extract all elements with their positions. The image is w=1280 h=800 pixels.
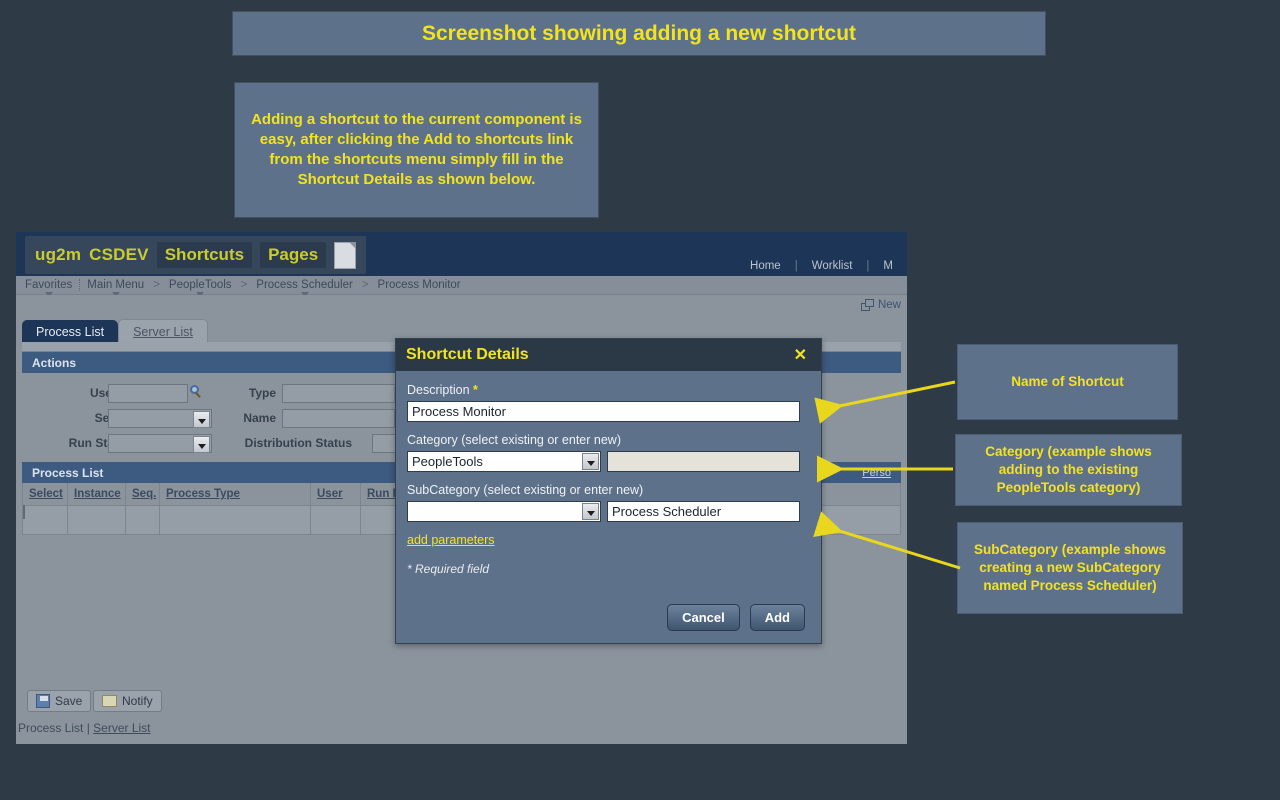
category-dropdown-arrow[interactable]: [582, 453, 599, 470]
label-type: Type: [212, 386, 276, 400]
save-icon: [36, 694, 50, 708]
category-new-input[interactable]: [607, 451, 800, 472]
close-icon[interactable]: ✕: [790, 345, 811, 365]
input-user-id[interactable]: [108, 384, 188, 403]
breadcrumb-main-menu[interactable]: Main Menu: [80, 279, 151, 291]
select-type[interactable]: [282, 384, 413, 403]
screenshot-root: Screenshot showing adding a new shortcut…: [0, 0, 1280, 800]
column-header-seq[interactable]: Seq.: [126, 483, 160, 505]
user-id-lookup-icon[interactable]: [190, 385, 204, 399]
description-input[interactable]: Process Monitor: [407, 401, 800, 422]
shortcuts-menu-button[interactable]: Shortcuts: [157, 242, 252, 268]
description-banner: Adding a shortcut to the current compone…: [234, 82, 599, 218]
notify-icon: [102, 695, 117, 707]
description-label-text: Description: [407, 383, 470, 397]
subcategory-select[interactable]: [407, 501, 601, 522]
subcategory-label: SubCategory (select existing or enter ne…: [407, 483, 810, 497]
server-dropdown-arrow[interactable]: [193, 411, 210, 428]
header-links: Home | Worklist | M: [736, 260, 907, 272]
breadcrumb: Favorites Main Menu > PeopleTools > Proc…: [16, 276, 907, 295]
label-name: Name: [212, 411, 276, 425]
breadcrumb-process-scheduler[interactable]: Process Scheduler: [249, 279, 360, 291]
title-banner: Screenshot showing adding a new shortcut: [232, 11, 1046, 56]
actions-panel-title: Actions: [32, 356, 76, 370]
subcategory-new-input[interactable]: Process Scheduler: [607, 501, 800, 522]
callout-category-text: Category (example shows adding to the ex…: [962, 443, 1175, 497]
footer-link-process-list[interactable]: Process List: [18, 721, 83, 735]
shortcut-details-dialog: Shortcut Details ✕ Description * Process…: [395, 338, 822, 644]
title-banner-text: Screenshot showing adding a new shortcut: [422, 22, 856, 46]
category-select-value: PeopleTools: [412, 454, 483, 469]
column-header-process-type[interactable]: Process Type: [160, 483, 311, 505]
category-row: PeopleTools: [407, 451, 810, 472]
new-window-icon: [861, 299, 874, 311]
add-parameters-link[interactable]: add parameters: [407, 533, 495, 547]
column-header-instance[interactable]: Instance: [68, 483, 126, 505]
callout-name-of-shortcut: Name of Shortcut: [957, 344, 1178, 420]
app-header: ug2m CSDEV Shortcuts Pages Home | Workli…: [16, 232, 907, 276]
breadcrumb-arrow-3: >: [360, 279, 371, 291]
save-button[interactable]: Save: [27, 690, 91, 712]
description-banner-text: Adding a shortcut to the current compone…: [249, 110, 584, 190]
input-name[interactable]: [282, 409, 395, 428]
add-button[interactable]: Add: [750, 604, 805, 631]
brand-plate: ug2m CSDEV Shortcuts Pages: [25, 236, 366, 274]
footer-link-server-list[interactable]: Server List: [93, 721, 150, 735]
footer-links: Process List | Server List: [18, 721, 151, 735]
cell-process-type: [160, 506, 311, 534]
tab-server-list-label: Server List: [133, 325, 193, 339]
tab-process-list-label: Process List: [36, 325, 104, 339]
process-list-title: Process List: [32, 466, 103, 480]
dialog-title-bar: Shortcut Details ✕: [396, 339, 821, 371]
cell-seq: [126, 506, 160, 534]
dialog-body: Description * Process Monitor Category (…: [396, 371, 821, 576]
pages-menu-button[interactable]: Pages: [260, 242, 326, 268]
new-window-link[interactable]: New: [861, 299, 901, 311]
notify-button-label: Notify: [122, 694, 153, 708]
header-link-home[interactable]: Home: [736, 260, 795, 272]
toolbar-strip: New: [16, 295, 907, 319]
cell-instance: [68, 506, 126, 534]
breadcrumb-peopletools[interactable]: PeopleTools: [162, 279, 239, 291]
row-select-checkbox[interactable]: [23, 505, 25, 519]
callout-name-of-shortcut-text: Name of Shortcut: [1011, 373, 1124, 391]
breadcrumb-process-monitor[interactable]: Process Monitor: [371, 279, 468, 291]
dialog-title: Shortcut Details: [406, 346, 529, 364]
required-field-note: * Required field: [407, 562, 810, 576]
subcategory-dropdown-arrow[interactable]: [582, 503, 599, 520]
cancel-button[interactable]: Cancel: [667, 604, 740, 631]
personalize-link[interactable]: Perso: [862, 467, 891, 479]
breadcrumb-arrow-1: >: [151, 279, 162, 291]
cell-user: [311, 506, 361, 534]
breadcrumb-favorites[interactable]: Favorites: [18, 279, 79, 291]
select-server[interactable]: [108, 409, 212, 428]
callout-subcategory: SubCategory (example shows creating a ne…: [957, 522, 1183, 614]
save-button-label: Save: [55, 694, 82, 708]
callout-category: Category (example shows adding to the ex…: [955, 434, 1182, 506]
category-label: Category (select existing or enter new): [407, 433, 810, 447]
header-link-worklist[interactable]: Worklist: [798, 260, 867, 272]
column-header-select[interactable]: Select: [23, 483, 68, 505]
callout-subcategory-text: SubCategory (example shows creating a ne…: [964, 541, 1176, 595]
brand-user: ug2m: [35, 245, 81, 265]
notify-button[interactable]: Notify: [93, 690, 162, 712]
header-link-mainmenu[interactable]: M: [869, 260, 907, 272]
description-required-mark: *: [473, 383, 478, 397]
page-document-icon[interactable]: [334, 242, 356, 269]
brand-database: CSDEV: [89, 245, 149, 265]
breadcrumb-arrow-2: >: [239, 279, 250, 291]
cell-select: [23, 506, 68, 534]
label-distribution-status: Distribution Status: [182, 436, 352, 450]
category-select[interactable]: PeopleTools: [407, 451, 601, 472]
dialog-buttons: Cancel Add: [667, 604, 805, 631]
subcategory-row: Process Scheduler: [407, 501, 810, 522]
new-window-label: New: [878, 299, 901, 311]
column-header-user[interactable]: User: [311, 483, 361, 505]
description-label: Description *: [407, 383, 810, 397]
